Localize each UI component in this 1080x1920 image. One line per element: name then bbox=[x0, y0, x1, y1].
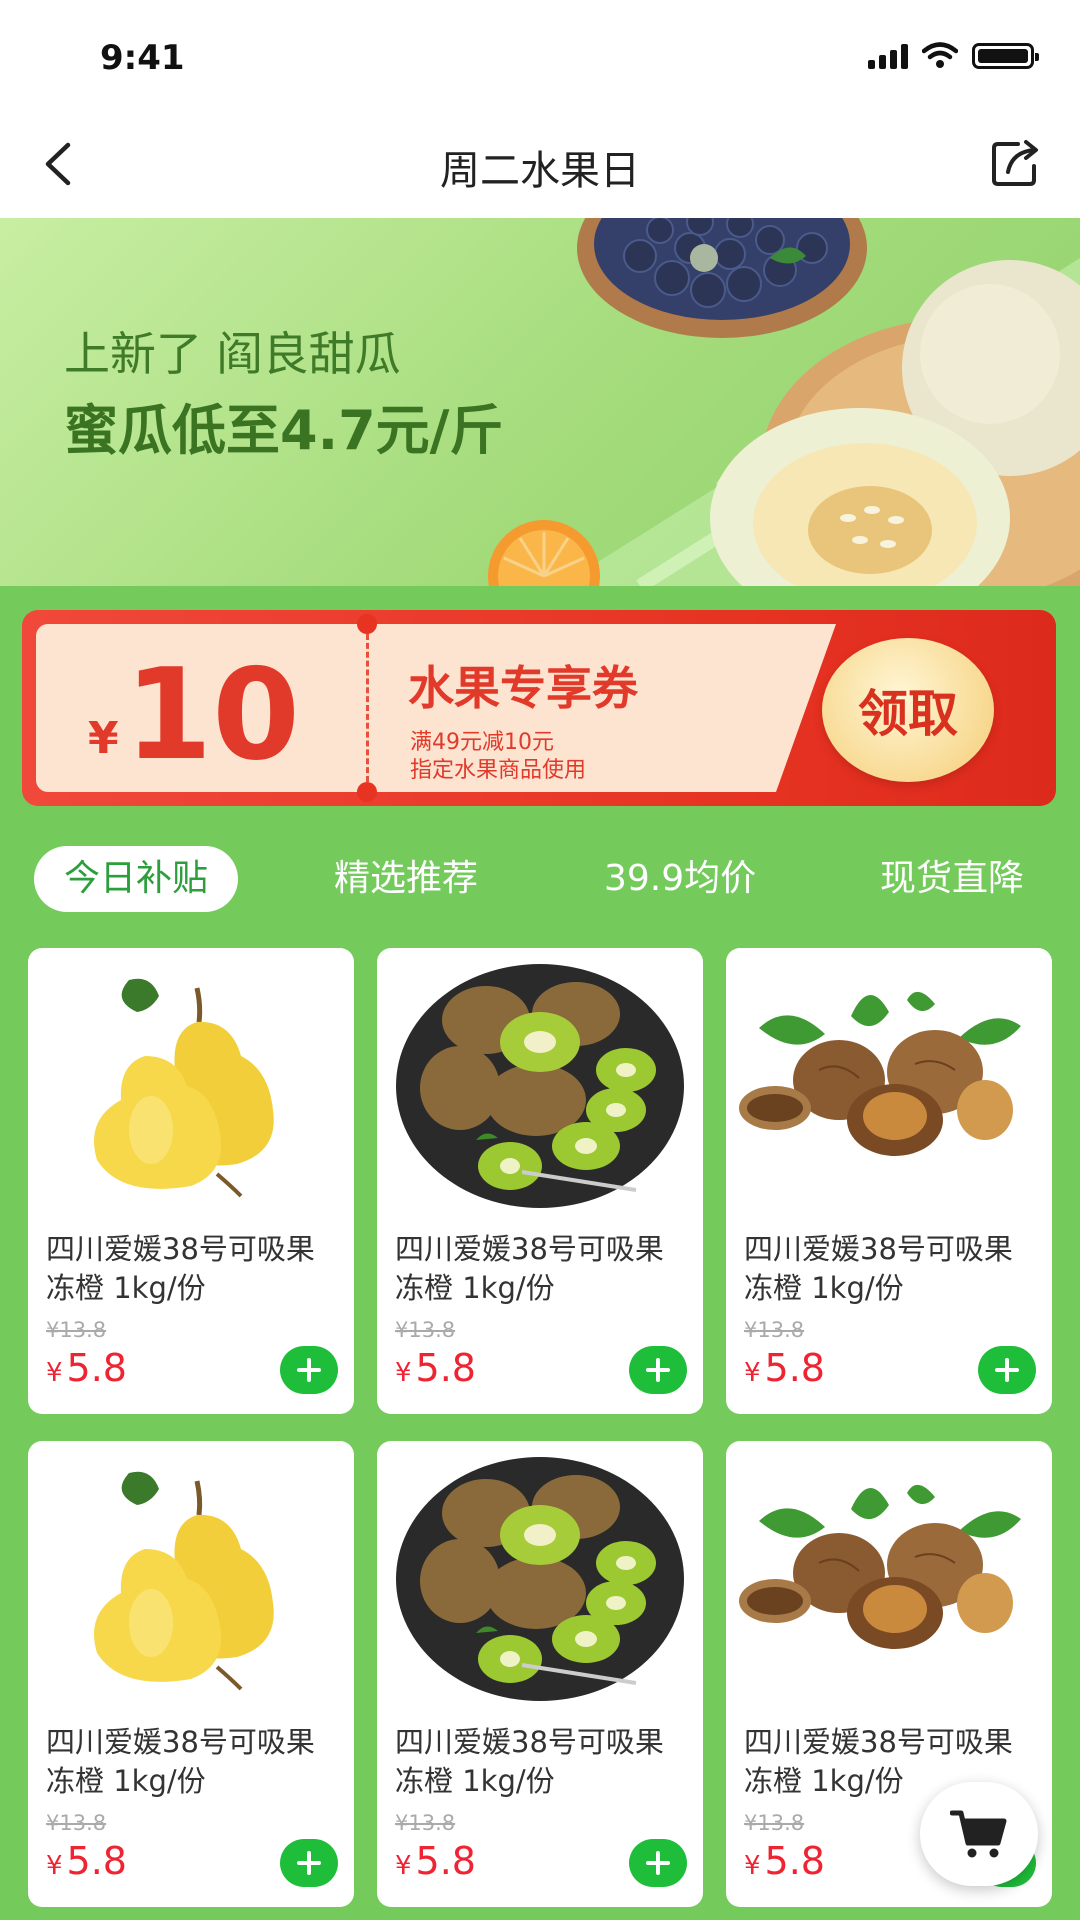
status-bar: 9:41 bbox=[0, 0, 1080, 110]
price-currency: ¥ bbox=[46, 1851, 63, 1881]
original-price: ¥13.8 bbox=[744, 1811, 805, 1835]
coupon-title: 水果专享券 bbox=[408, 661, 638, 715]
kiwi-image bbox=[396, 964, 684, 1208]
page-title: 周二水果日 bbox=[440, 148, 640, 194]
sale-price: ¥ 5.8 bbox=[395, 1346, 476, 1390]
tab-average-price[interactable]: 39.9均价 bbox=[604, 846, 756, 912]
plus-icon bbox=[297, 1851, 321, 1875]
add-to-cart-button[interactable] bbox=[978, 1346, 1036, 1394]
product-card[interactable]: 四川爱媛38号可吸果冻橙 1kg/份 ¥13.8 ¥ 5.8 bbox=[28, 1441, 354, 1907]
promo-banner[interactable]: 上新了 阎良甜瓜 蜜瓜低至4.7元/斤 bbox=[0, 218, 1080, 586]
product-name: 四川爱媛38号可吸果冻橙 1kg/份 bbox=[46, 1232, 315, 1305]
product-name: 四川爱媛38号可吸果冻橙 1kg/份 bbox=[46, 1725, 315, 1798]
sale-price: ¥ 5.8 bbox=[395, 1839, 476, 1883]
status-icons bbox=[868, 42, 1039, 70]
product-name: 四川爱媛38号可吸果冻橙 1kg/份 bbox=[395, 1232, 664, 1305]
product-card[interactable]: 四川爱媛38号可吸果冻橙 1kg/份 ¥13.8 ¥ 5.8 bbox=[28, 948, 354, 1414]
sale-price: ¥ 5.8 bbox=[744, 1839, 825, 1883]
tab-price-drop[interactable]: 现货直降 bbox=[880, 846, 1024, 912]
battery-icon bbox=[972, 43, 1039, 69]
add-to-cart-button[interactable] bbox=[629, 1346, 687, 1394]
product-card[interactable]: 四川爱媛38号可吸果冻橙 1kg/份 ¥13.8 ¥ 5.8 bbox=[377, 1441, 703, 1907]
sale-price: ¥ 5.8 bbox=[46, 1839, 127, 1883]
price-value: 5.8 bbox=[764, 1346, 825, 1390]
add-to-cart-button[interactable] bbox=[280, 1839, 338, 1887]
product-name: 四川爱媛38号可吸果冻橙 1kg/份 bbox=[395, 1725, 664, 1798]
original-price: ¥13.8 bbox=[395, 1811, 456, 1835]
original-price: ¥13.8 bbox=[46, 1318, 107, 1342]
plus-icon bbox=[995, 1358, 1019, 1382]
tab-today-subsidy[interactable]: 今日补贴 bbox=[34, 846, 239, 912]
cart-icon bbox=[950, 1810, 1007, 1858]
price-value: 5.8 bbox=[764, 1839, 825, 1883]
add-to-cart-button[interactable] bbox=[280, 1346, 338, 1394]
status-time: 9:41 bbox=[100, 38, 185, 78]
coupon-value: 10 bbox=[124, 641, 300, 788]
sale-price: ¥ 5.8 bbox=[46, 1346, 127, 1390]
banner-subheadline: 蜜瓜低至4.7元/斤 bbox=[64, 399, 504, 462]
sale-price: ¥ 5.8 bbox=[744, 1346, 825, 1390]
fruit-coupon: ¥ 10 水果专享券 满49元减10元 指定水果商品使用 领取 bbox=[22, 610, 1056, 806]
coupon-notch-top bbox=[357, 614, 377, 634]
price-value: 5.8 bbox=[415, 1839, 476, 1883]
share-button[interactable] bbox=[988, 136, 1044, 192]
pear-image bbox=[94, 1471, 274, 1691]
price-value: 5.8 bbox=[66, 1839, 127, 1883]
coupon-notch-bottom bbox=[357, 782, 377, 802]
coupon-currency: ¥ bbox=[88, 713, 119, 764]
share-icon bbox=[992, 140, 1038, 186]
price-currency: ¥ bbox=[395, 1851, 412, 1881]
wifi-icon bbox=[922, 42, 958, 68]
coupon-divider bbox=[366, 634, 369, 782]
plus-icon bbox=[646, 1851, 670, 1875]
add-to-cart-button[interactable] bbox=[629, 1839, 687, 1887]
cellular-signal-icon bbox=[868, 43, 908, 69]
price-value: 5.8 bbox=[415, 1346, 476, 1390]
price-currency: ¥ bbox=[395, 1358, 412, 1388]
coupon-card: ¥ 10 水果专享券 满49元减10元 指定水果商品使用 bbox=[36, 614, 836, 802]
original-price: ¥13.8 bbox=[395, 1318, 456, 1342]
price-value: 5.8 bbox=[66, 1346, 127, 1390]
walnut-image bbox=[739, 1484, 1021, 1649]
kiwi-image bbox=[396, 1457, 684, 1701]
claim-coupon-button[interactable]: 领取 bbox=[822, 638, 994, 782]
plus-icon bbox=[297, 1358, 321, 1382]
original-price: ¥13.8 bbox=[46, 1811, 107, 1835]
coupon-amount: ¥ 10 bbox=[88, 652, 300, 778]
tab-featured[interactable]: 精选推荐 bbox=[334, 846, 478, 912]
coupon-scope: 指定水果商品使用 bbox=[410, 758, 587, 783]
category-tabs: 今日补贴 精选推荐 39.9均价 现货直降 bbox=[0, 846, 1080, 916]
product-name: 四川爱媛38号可吸果冻橙 1kg/份 bbox=[744, 1232, 1013, 1305]
banner-headline: 上新了 阎良甜瓜 bbox=[64, 327, 401, 381]
navbar: 周二水果日 bbox=[0, 110, 1080, 218]
original-price: ¥13.8 bbox=[744, 1318, 805, 1342]
cart-button[interactable] bbox=[920, 1782, 1038, 1886]
product-card[interactable]: 四川爱媛38号可吸果冻橙 1kg/份 ¥13.8 ¥ 5.8 bbox=[726, 948, 1052, 1414]
price-currency: ¥ bbox=[46, 1358, 63, 1388]
price-currency: ¥ bbox=[744, 1851, 761, 1881]
product-card[interactable]: 四川爱媛38号可吸果冻橙 1kg/份 ¥13.8 ¥ 5.8 bbox=[377, 948, 703, 1414]
price-currency: ¥ bbox=[744, 1358, 761, 1388]
walnut-image bbox=[739, 991, 1021, 1156]
plus-icon bbox=[646, 1358, 670, 1382]
pear-image bbox=[94, 978, 274, 1198]
